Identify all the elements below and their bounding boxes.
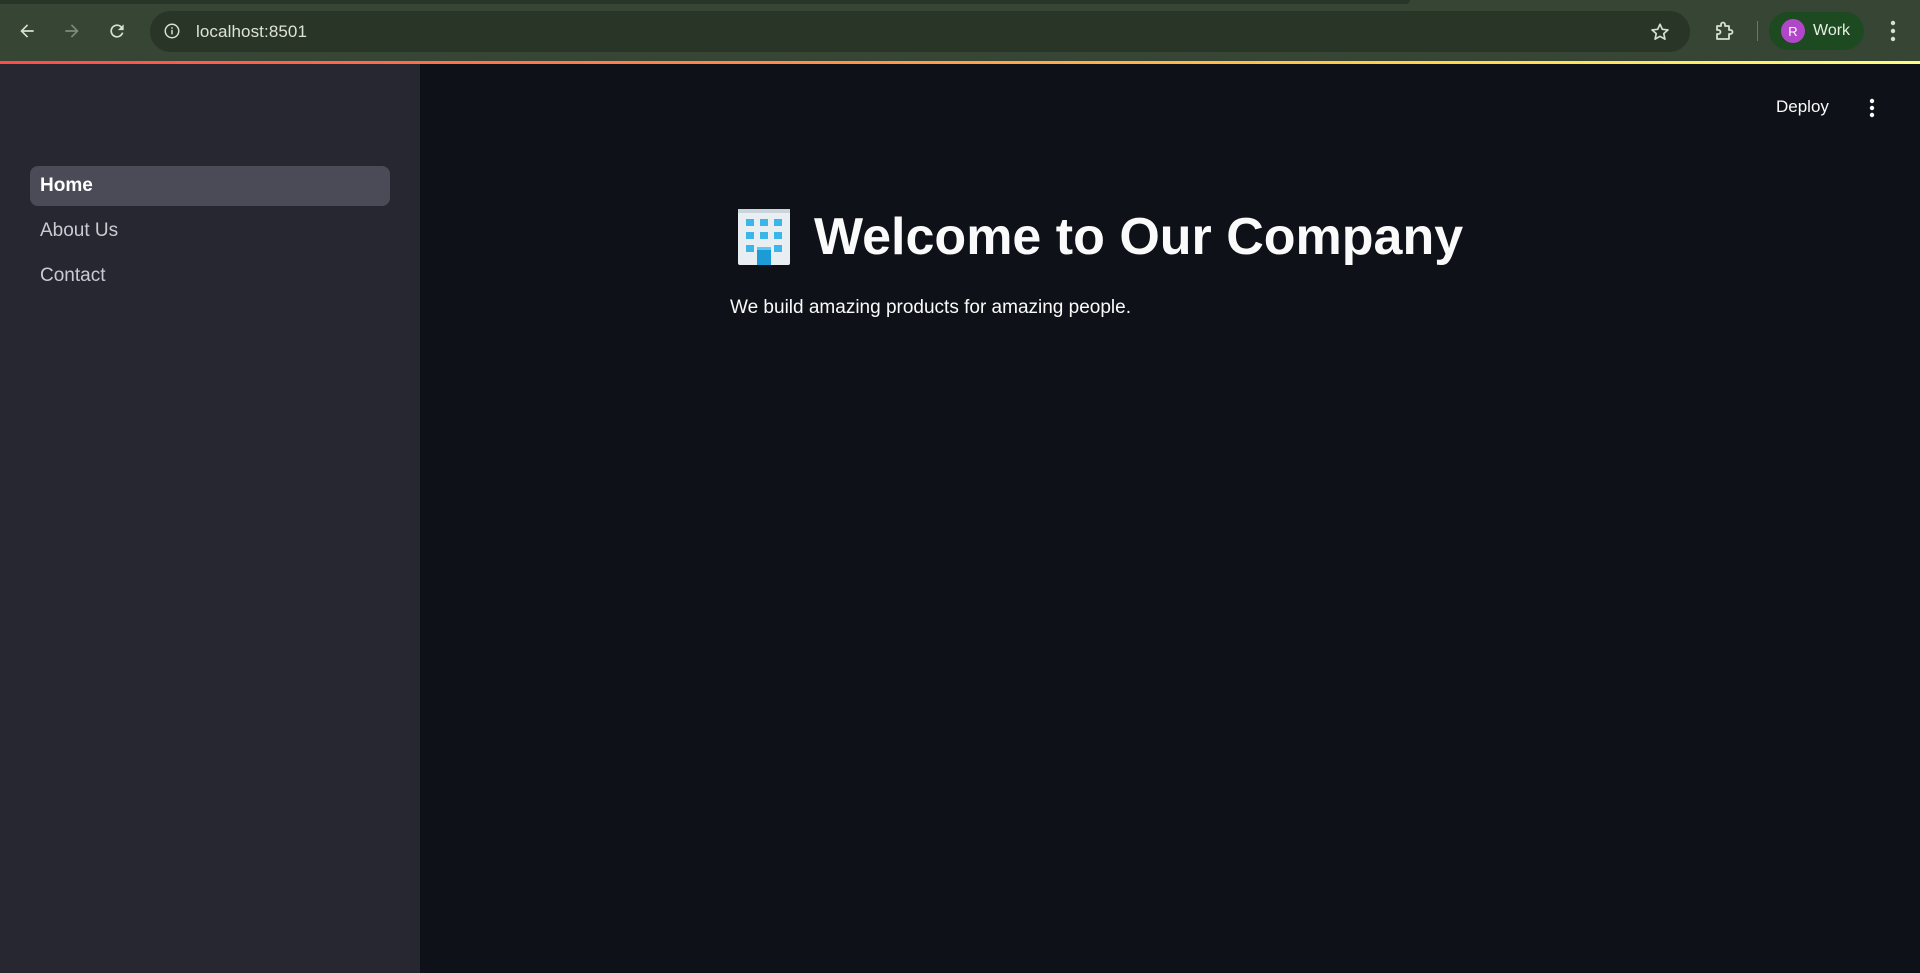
sidebar-nav: Home About Us Contact — [30, 166, 390, 301]
tab-strip — [0, 0, 1410, 4]
page-subtitle: We build amazing products for amazing pe… — [730, 297, 1131, 318]
extensions-icon[interactable] — [1711, 18, 1737, 44]
sidebar-item-contact[interactable]: Contact — [30, 256, 390, 296]
star-icon[interactable] — [1648, 20, 1672, 44]
sidebar-item-about-us[interactable]: About Us — [30, 211, 390, 251]
browser-toolbar: localhost:8501 R Work — [0, 0, 1920, 63]
deploy-button[interactable]: Deploy — [1768, 92, 1837, 122]
forward-button[interactable] — [56, 15, 88, 47]
sidebar-item-label: Contact — [40, 265, 106, 286]
back-arrow-icon — [20, 24, 34, 38]
reload-button[interactable] — [101, 15, 133, 47]
sidebar-item-home[interactable]: Home — [30, 166, 390, 206]
reload-icon — [110, 24, 124, 38]
url-text[interactable]: localhost:8501 — [196, 22, 307, 42]
forward-arrow-icon — [65, 24, 79, 38]
sidebar: Home About Us Contact — [0, 64, 420, 973]
avatar: R — [1781, 19, 1805, 43]
sidebar-item-label: About Us — [40, 220, 119, 241]
address-bar[interactable]: localhost:8501 — [150, 11, 1690, 52]
office-building-icon — [738, 209, 790, 265]
info-icon[interactable] — [162, 21, 182, 41]
back-button[interactable] — [11, 15, 43, 47]
more-vert-icon[interactable] — [1880, 18, 1906, 44]
sidebar-item-label: Home — [40, 175, 93, 196]
page-title: Welcome to Our Company — [814, 208, 1464, 266]
main-content — [420, 64, 1920, 973]
page-title-row: Welcome to Our Company — [734, 207, 1463, 267]
toolbar-divider — [1757, 21, 1758, 41]
profile-button[interactable]: R Work — [1769, 12, 1864, 50]
profile-label: Work — [1813, 22, 1851, 39]
main-menu-icon[interactable] — [1860, 94, 1884, 122]
